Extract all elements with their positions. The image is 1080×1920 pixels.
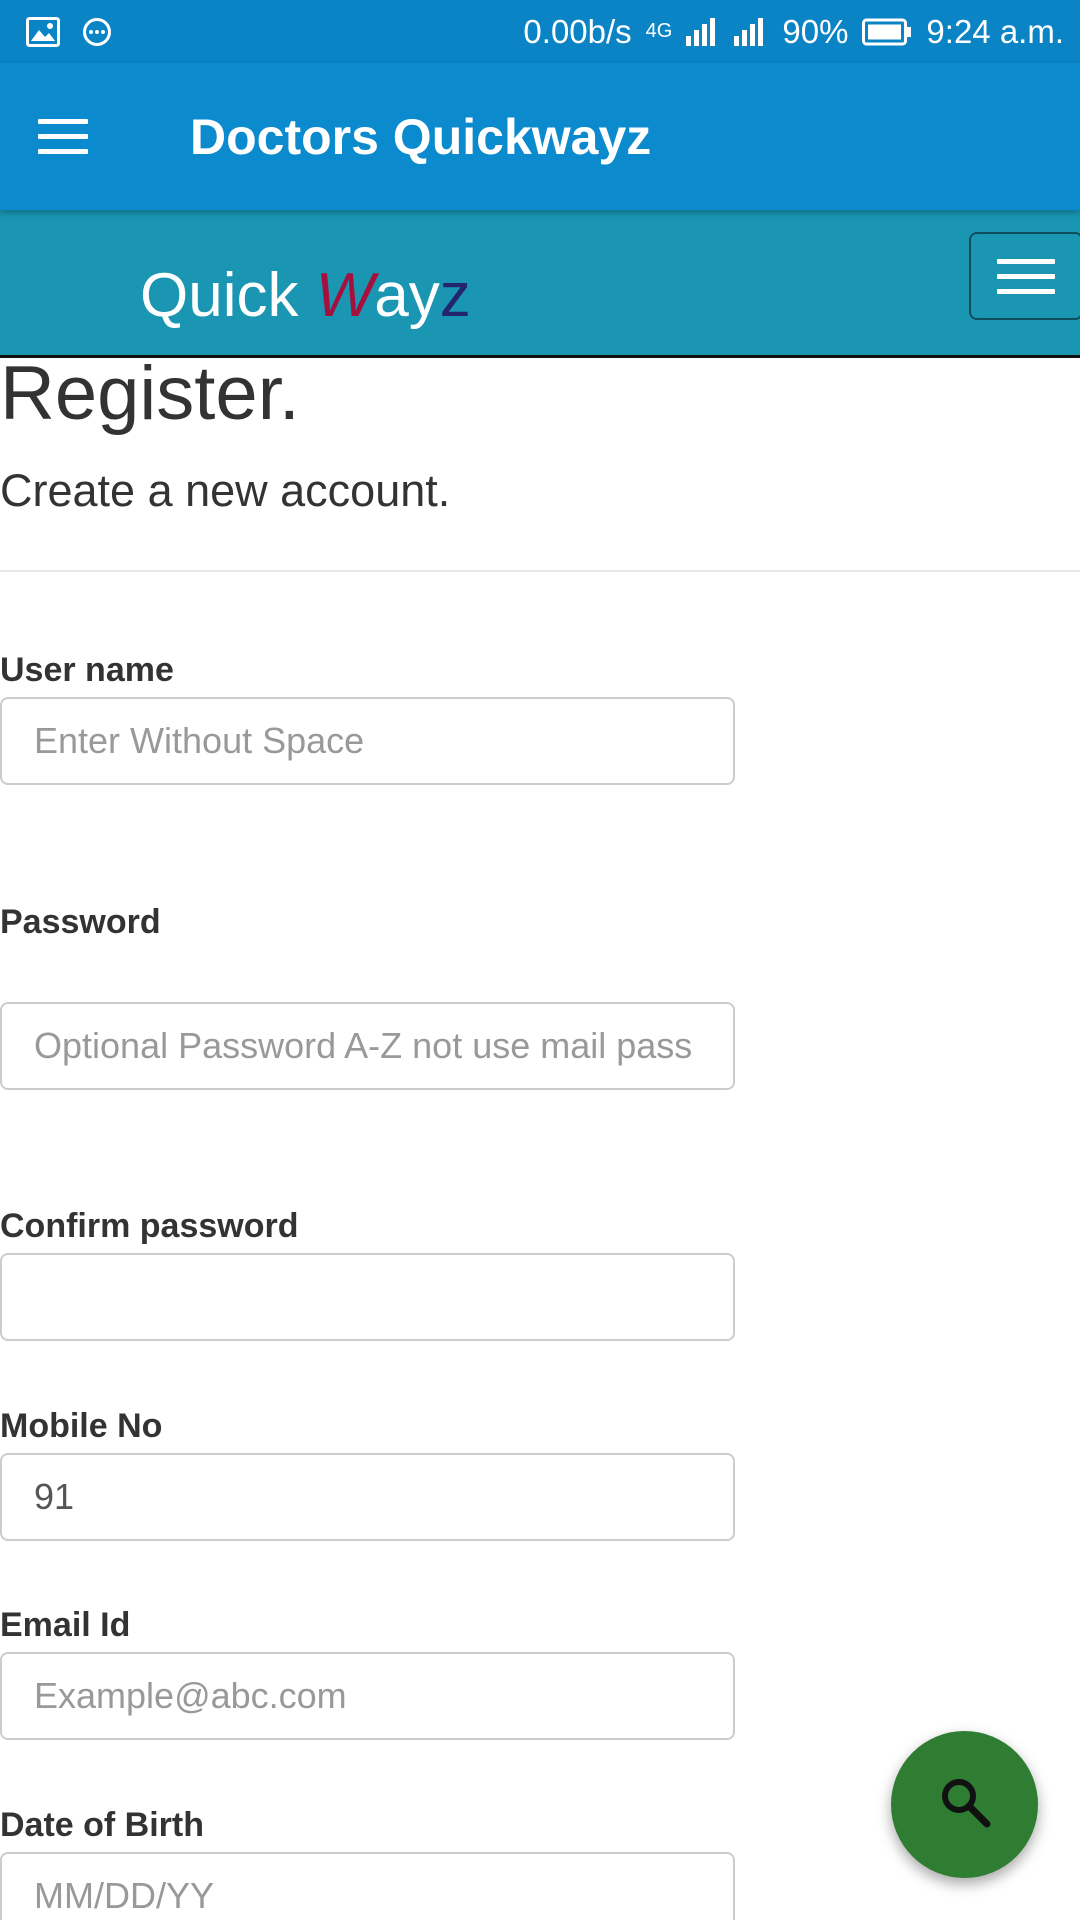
site-navbar: Quick Wayz bbox=[0, 210, 1080, 358]
navbar-toggle-button[interactable] bbox=[969, 232, 1080, 320]
menu-line bbox=[38, 149, 88, 154]
dob-input[interactable] bbox=[0, 1852, 735, 1920]
signal-icon bbox=[686, 17, 720, 46]
password-input[interactable] bbox=[0, 1002, 735, 1090]
confirm-password-input[interactable] bbox=[0, 1253, 735, 1341]
hamburger-menu-icon[interactable] bbox=[38, 101, 110, 173]
status-left bbox=[26, 16, 112, 47]
network-type: 4G bbox=[645, 20, 673, 42]
divider bbox=[0, 570, 1080, 572]
toggle-line bbox=[997, 273, 1055, 279]
app-title: Doctors Quickwayz bbox=[190, 108, 652, 165]
status-right: 0.00b/s 4G 90% 9:24 a.m. bbox=[523, 13, 1064, 51]
username-input[interactable] bbox=[0, 697, 735, 785]
image-icon bbox=[26, 16, 60, 47]
menu-line bbox=[38, 119, 88, 124]
page-subtitle: Create a new account. bbox=[0, 465, 451, 516]
confirm-password-label: Confirm password bbox=[0, 1207, 299, 1245]
search-icon bbox=[937, 1774, 993, 1835]
dob-label: Date of Birth bbox=[0, 1806, 204, 1844]
battery-icon bbox=[862, 18, 912, 46]
brand-part1: Quick bbox=[140, 261, 316, 330]
brand-logo[interactable]: Quick Wayz bbox=[140, 260, 471, 331]
email-input[interactable] bbox=[0, 1652, 735, 1740]
email-label: Email Id bbox=[0, 1606, 131, 1644]
brand-ay: ay bbox=[374, 261, 440, 330]
toggle-line bbox=[997, 288, 1055, 294]
signal-icon bbox=[734, 17, 768, 46]
status-bar: 0.00b/s 4G 90% 9:24 a.m. bbox=[0, 0, 1080, 63]
message-icon bbox=[82, 17, 112, 47]
password-label: Password bbox=[0, 903, 161, 941]
menu-line bbox=[38, 134, 88, 139]
network-speed: 0.00b/s bbox=[523, 12, 632, 50]
page-title: Register. bbox=[0, 351, 300, 436]
username-label: User name bbox=[0, 651, 174, 689]
battery-percent: 90% bbox=[782, 12, 849, 50]
screen: 0.00b/s 4G 90% 9:24 a.m. Doctors Quickwa… bbox=[0, 0, 1080, 1920]
brand-w: W bbox=[315, 261, 375, 330]
brand-z: z bbox=[439, 261, 471, 330]
search-fab-button[interactable] bbox=[891, 1731, 1038, 1878]
mobile-label: Mobile No bbox=[0, 1407, 163, 1445]
mobile-input[interactable] bbox=[0, 1453, 735, 1541]
toggle-line bbox=[997, 258, 1055, 264]
app-bar: Doctors Quickwayz bbox=[0, 63, 1080, 210]
clock: 9:24 a.m. bbox=[926, 12, 1064, 50]
